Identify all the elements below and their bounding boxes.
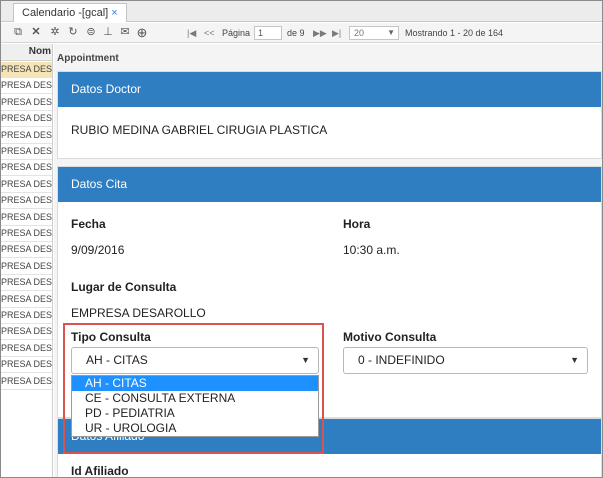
tab-title: Calendario -[gcal] [22, 7, 109, 19]
table-row[interactable]: PRESA DESA [1, 210, 52, 226]
add-circle-icon[interactable]: ⊕ [135, 25, 149, 40]
table-row[interactable]: PRESA DESA [1, 128, 52, 144]
dropdown-option-ah[interactable]: AH - CITAS [72, 376, 318, 391]
hora-label: Hora [343, 217, 371, 231]
tipo-consulta-select[interactable]: AH - CITAS ▼ [71, 347, 319, 374]
lugar-value: EMPRESA DESAROLLO [71, 306, 206, 320]
doctor-name: RUBIO MEDINA GABRIEL CIRUGIA PLASTICA [71, 123, 328, 137]
dropdown-option-ce[interactable]: CE - CONSULTA EXTERNA [72, 391, 318, 406]
toolbar: ⧉ ✕ ✲ ↻ ⊜ ⊥ ✉ ⊕ |◀ << Página 1 de 9 ▶▶ ▶… [1, 23, 602, 43]
prev-page-icon[interactable]: << [204, 27, 215, 39]
tab-bar: Calendario -[gcal] × [1, 1, 602, 22]
table-row[interactable]: PRESA DESA [1, 374, 52, 390]
tipo-consulta-value: AH - CITAS [86, 353, 148, 367]
showing-status: Mostrando 1 - 20 de 164 [405, 28, 504, 38]
delete-icon[interactable]: ✕ [29, 25, 43, 40]
tab-calendario[interactable]: Calendario -[gcal] × [13, 3, 127, 22]
page-input[interactable]: 1 [254, 26, 282, 40]
table-row[interactable]: PRESA DESA [1, 226, 52, 242]
fecha-label: Fecha [71, 217, 106, 231]
table-row[interactable]: PRESA DESA [1, 95, 52, 111]
table-row[interactable]: PRESA DESA [1, 78, 52, 95]
table-row[interactable]: PRESA DESA [1, 357, 52, 374]
tipo-consulta-label: Tipo Consulta [71, 330, 151, 344]
table-row[interactable]: PRESA DESA [1, 324, 52, 341]
table-row[interactable]: PRESA DESA [1, 275, 52, 292]
table-row[interactable]: PRESA DESA [1, 259, 52, 275]
chevron-down-icon: ▼ [570, 355, 579, 365]
results-grid: Nom PRESA DESA PRESA DESA PRESA DESA PRESA … [1, 44, 53, 477]
table-row[interactable]: PRESA DESA [1, 144, 52, 160]
table-row[interactable]: PRESA DESA [1, 242, 52, 259]
doctor-card-header: Datos Doctor [58, 72, 601, 107]
chevron-down-icon: ▼ [387, 28, 395, 37]
page-size-value: 20 [354, 28, 365, 38]
refresh-icon[interactable]: ↻ [66, 25, 80, 40]
table-row[interactable]: PRESA DESA [1, 177, 52, 193]
id-afiliado-label: Id Afiliado [71, 464, 129, 478]
cita-card-header: Datos Cita [58, 167, 601, 202]
table-row[interactable]: PRESA DESA [1, 193, 52, 210]
table-row[interactable]: PRESA DESA [1, 62, 52, 78]
chevron-down-icon: ▼ [301, 355, 310, 365]
hora-value: 10:30 a.m. [343, 243, 400, 257]
column-header-nombre[interactable]: Nom [1, 44, 52, 61]
settings-icon[interactable]: ✲ [48, 25, 62, 40]
tipo-consulta-dropdown: AH - CITAS CE - CONSULTA EXTERNA PD - PE… [71, 375, 319, 437]
dropdown-option-ur[interactable]: UR - UROLOGIA [72, 421, 318, 436]
lugar-label: Lugar de Consulta [71, 280, 177, 294]
pin-icon[interactable]: ⊥ [101, 25, 115, 40]
fecha-value: 9/09/2016 [71, 243, 125, 257]
table-row[interactable]: PRESA DESA [1, 308, 52, 324]
table-row[interactable]: PRESA DESA [1, 160, 52, 177]
page-label: Página [222, 28, 251, 38]
motivo-consulta-label: Motivo Consulta [343, 330, 437, 344]
dropdown-option-pd[interactable]: PD - PEDIATRIA [72, 406, 318, 421]
motivo-consulta-value: 0 - INDEFINIDO [358, 353, 445, 367]
filter-icon[interactable]: ⊜ [84, 25, 98, 40]
open-icon[interactable]: ⧉ [11, 25, 25, 40]
close-icon[interactable]: × [111, 7, 117, 19]
table-row[interactable]: PRESA DESA [1, 341, 52, 357]
page-count: de 9 [287, 28, 305, 38]
mail-icon[interactable]: ✉ [118, 25, 132, 40]
doctor-card: Datos Doctor RUBIO MEDINA GABRIEL CIRUGI… [57, 71, 602, 159]
motivo-consulta-select[interactable]: 0 - INDEFINIDO ▼ [343, 347, 588, 374]
next-page-icon[interactable]: ▶▶ [313, 27, 327, 39]
last-page-icon[interactable]: ▶| [332, 27, 341, 39]
page-size-select[interactable]: 20 ▼ [349, 26, 399, 40]
app-window: Calendario -[gcal] × ⧉ ✕ ✲ ↻ ⊜ ⊥ ✉ ⊕ |◀ <… [0, 0, 603, 478]
panel-title: Appointment [57, 53, 119, 64]
table-row[interactable]: PRESA DESA [1, 111, 52, 128]
table-row[interactable]: PRESA DESA [1, 292, 52, 308]
first-page-icon[interactable]: |◀ [187, 27, 196, 39]
